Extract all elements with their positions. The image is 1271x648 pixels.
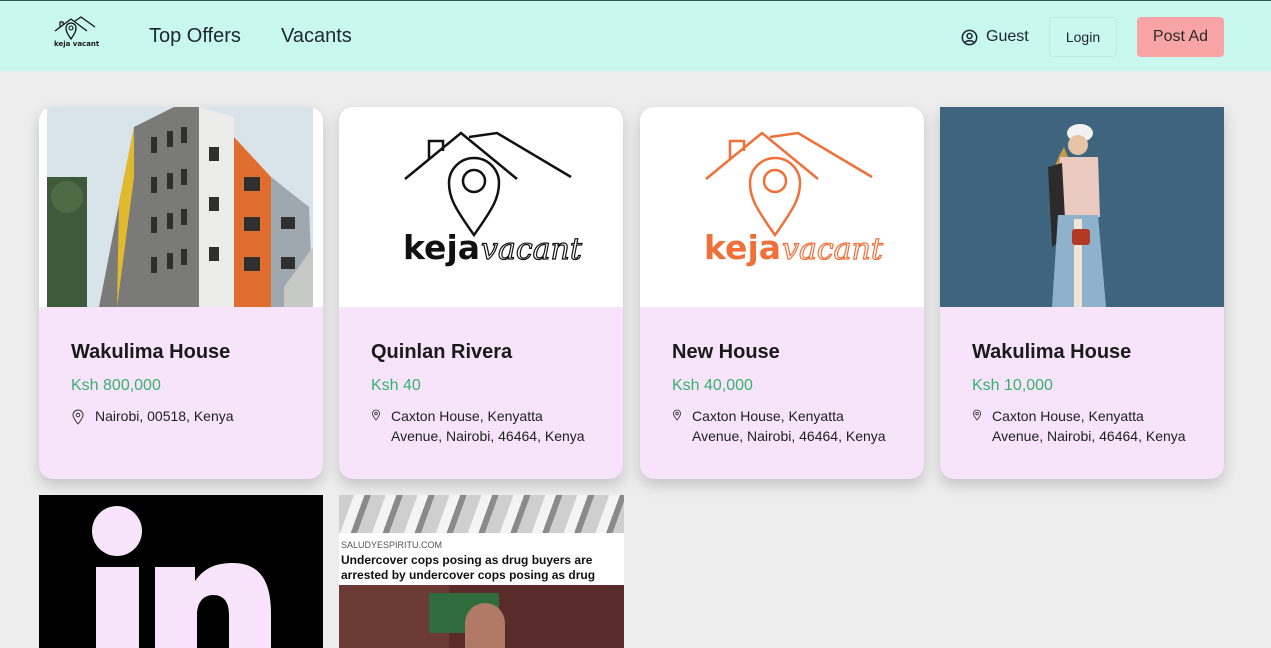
logo-word-vacant: vacant (481, 232, 583, 267)
logo-house-icon (54, 16, 96, 41)
location-pin-icon (371, 409, 381, 421)
listing-card[interactable]: keja vacant New House Ksh 40,000 Caxton … (640, 107, 924, 479)
listing-price: Ksh 10,000 (972, 377, 1053, 394)
news-photo (339, 585, 624, 648)
news-header-image (339, 495, 624, 533)
logo-text: keja vacant (54, 40, 100, 48)
listing-image-fashion (940, 107, 1224, 307)
logo-word-vacant: vacant (782, 232, 884, 267)
listing-details: Quinlan Rivera Ksh 40 Caxton House, Keny… (339, 307, 623, 479)
listing-details: Wakulima House Ksh 800,000 Nairobi, 0051… (39, 307, 323, 479)
location-pin-icon (972, 409, 982, 421)
login-button[interactable]: Login (1049, 17, 1117, 57)
listing-details: New House Ksh 40,000 Caxton House, Kenya… (640, 307, 924, 479)
listing-card[interactable]: Wakulima House Ksh 800,000 Nairobi, 0051… (39, 107, 323, 479)
nav-top-offers[interactable]: Top Offers (149, 25, 241, 48)
listing-card[interactable]: keja vacant Quinlan Rivera Ksh 40 Caxton… (339, 107, 623, 479)
listing-address: Caxton House, Kenyatta Avenue, Nairobi, … (391, 408, 585, 444)
listing-title: Wakulima House (972, 341, 1132, 363)
guest-account[interactable]: Guest (961, 27, 1029, 47)
listing-title: Quinlan Rivera (371, 341, 513, 363)
listing-card-partial[interactable] (39, 495, 323, 648)
navbar: keja vacant Top Offers Vacants Guest Log… (0, 0, 1271, 71)
post-ad-button[interactable]: Post Ad (1137, 17, 1224, 57)
news-source: SALUDYESPIRITU.COM (341, 540, 443, 550)
listing-location: Nairobi, 00518, Kenya (71, 406, 291, 426)
logo-word-keja: keja (403, 228, 480, 267)
user-circle-icon (961, 29, 978, 45)
keja-vacant-logo-orange: keja vacant (704, 131, 884, 268)
listing-address: Caxton House, Kenyatta Avenue, Nairobi, … (992, 408, 1186, 444)
fashion-photo (940, 107, 1224, 307)
listing-image-building (39, 107, 323, 307)
listing-location: Caxton House, Kenyatta Avenue, Nairobi, … (371, 406, 591, 446)
listing-image-logo: keja vacant (640, 107, 924, 307)
listing-price: Ksh 40,000 (672, 377, 753, 394)
logo-word-keja: keja (704, 228, 781, 267)
location-pin-icon (672, 409, 682, 421)
listing-address: Nairobi, 00518, Kenya (95, 408, 234, 424)
listing-price: Ksh 40 (371, 377, 421, 394)
location-pin-icon (72, 409, 84, 425)
keja-vacant-logo-black: keja vacant (403, 131, 583, 268)
listing-title: Wakulima House (71, 341, 231, 363)
linkedin-logo-image (39, 495, 323, 648)
listing-image-logo: keja vacant (339, 107, 623, 307)
listing-details: Wakulima House Ksh 10,000 Caxton House, … (940, 307, 1224, 479)
site-logo[interactable]: keja vacant (53, 15, 101, 53)
listing-card-partial[interactable]: SALUDYESPIRITU.COM Undercover cops posin… (339, 495, 624, 648)
guest-label: Guest (986, 28, 1029, 45)
building-photo (47, 107, 313, 307)
listing-location: Caxton House, Kenyatta Avenue, Nairobi, … (972, 406, 1192, 446)
listing-location: Caxton House, Kenyatta Avenue, Nairobi, … (672, 406, 892, 446)
listing-address: Caxton House, Kenyatta Avenue, Nairobi, … (692, 408, 886, 444)
listing-title: New House (672, 341, 780, 363)
listing-card[interactable]: Wakulima House Ksh 10,000 Caxton House, … (940, 107, 1224, 479)
listing-price: Ksh 800,000 (71, 377, 161, 394)
nav-vacants[interactable]: Vacants (281, 25, 352, 48)
